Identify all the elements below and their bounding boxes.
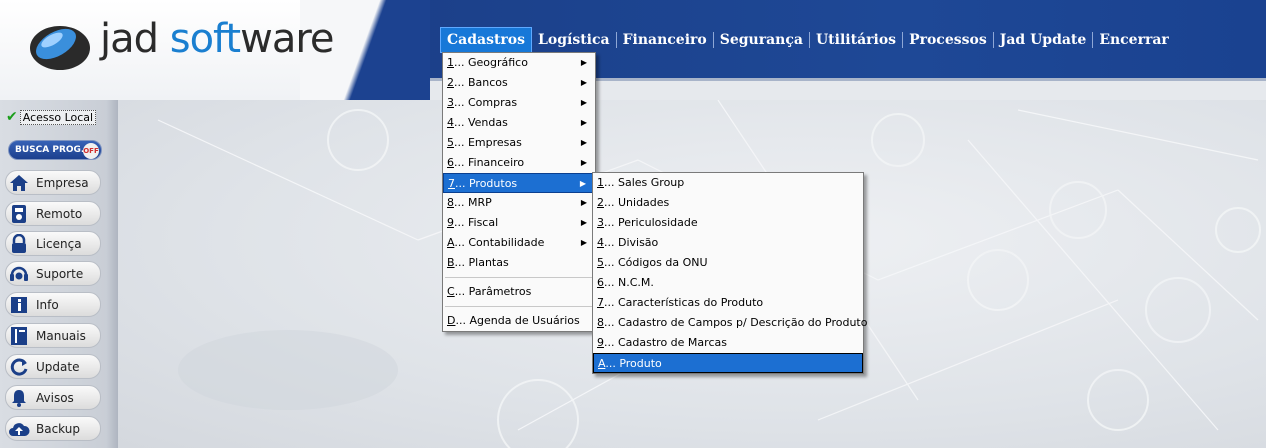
- submenu-arrow-icon: ▶: [580, 78, 587, 87]
- access-label: Acesso Local: [19, 109, 97, 125]
- submenu-item-ncm[interactable]: 6... N.C.M.: [593, 273, 863, 293]
- licenca-label: Licença: [36, 236, 82, 251]
- left-sidebar: ✔ Acesso Local BUSCA PROG. OFF Empresa R…: [0, 100, 118, 448]
- submenu-arrow-icon: ▶: [580, 138, 587, 147]
- avisos-button[interactable]: Avisos: [5, 385, 101, 410]
- menu-item-parametros[interactable]: C... Parâmetros: [443, 282, 595, 302]
- submenu-arrow-icon: ▶: [580, 238, 587, 247]
- submenu-arrow-icon: ▶: [580, 198, 587, 207]
- menu-item-compras[interactable]: 3... Compras ▶: [443, 93, 595, 113]
- busca-label: BUSCA PROG.: [15, 145, 85, 155]
- menu-financeiro[interactable]: Financeiro: [617, 28, 713, 52]
- home-icon: [8, 172, 30, 194]
- submenu-item-codigos-onu[interactable]: 5... Códigos da ONU: [593, 253, 863, 273]
- cadastros-dropdown: 1... Geográfico ▶ 2... Bancos ▶ 3... Compr…: [442, 52, 596, 332]
- suporte-button[interactable]: Suporte: [5, 261, 101, 286]
- menu-jad-update[interactable]: Jad Update: [994, 28, 1093, 52]
- submenu-item-divisao[interactable]: 4... Divisão: [593, 233, 863, 253]
- remoto-button[interactable]: Remoto: [5, 201, 101, 226]
- submenu-arrow-icon: ▶: [580, 58, 587, 67]
- update-button[interactable]: Update: [5, 354, 101, 379]
- menu-utilitarios[interactable]: Utilitários: [810, 28, 902, 52]
- submenu-arrow-icon: ▶: [580, 218, 587, 227]
- submenu-item-periculosidade[interactable]: 3... Periculosidade: [593, 213, 863, 233]
- manuais-label: Manuais: [36, 328, 86, 343]
- menu-item-fiscal[interactable]: 9... Fiscal ▶: [443, 213, 595, 233]
- submenu-item-caracteristicas[interactable]: 7... Características do Produto: [593, 293, 863, 313]
- submenu-arrow-icon: ▶: [580, 98, 587, 107]
- remote-icon: [8, 203, 30, 225]
- app-header: jad software Cadastros Logística Finance…: [0, 0, 1266, 100]
- menu-item-bancos[interactable]: 2... Bancos ▶: [443, 73, 595, 93]
- suporte-label: Suporte: [36, 266, 84, 281]
- empresa-label: Empresa: [36, 175, 89, 190]
- info-icon: [8, 294, 30, 316]
- menu-divider: [445, 306, 593, 307]
- submenu-arrow-icon: ▶: [580, 158, 587, 167]
- backup-button[interactable]: Backup: [5, 416, 101, 441]
- licenca-button[interactable]: Licença: [5, 231, 101, 256]
- submenu-item-unidades[interactable]: 2... Unidades: [593, 193, 863, 213]
- checkmark-icon: ✔: [6, 109, 18, 125]
- submenu-item-produto[interactable]: A... Produto: [593, 353, 863, 373]
- access-status[interactable]: ✔ Acesso Local: [6, 108, 114, 126]
- menu-item-agenda-usuarios[interactable]: D... Agenda de Usuários: [443, 311, 595, 331]
- menu-logistica[interactable]: Logística: [532, 28, 616, 52]
- menu-item-produtos[interactable]: 7... Produtos ▶: [443, 173, 595, 193]
- submenu-arrow-icon: ▶: [580, 118, 587, 127]
- jad-logo-icon: [30, 26, 90, 70]
- menu-item-financeiro[interactable]: 6... Financeiro ▶: [443, 153, 595, 173]
- menu-item-empresas[interactable]: 5... Empresas ▶: [443, 133, 595, 153]
- headset-icon: [8, 263, 30, 285]
- submenu-item-campos-descricao[interactable]: 8... Cadastro de Campos p/ Descrição do …: [593, 313, 867, 333]
- bell-icon: [8, 387, 30, 409]
- menu-cadastros[interactable]: Cadastros: [440, 27, 533, 53]
- submenu-item-marcas[interactable]: 9... Cadastro de Marcas: [593, 333, 863, 353]
- info-button[interactable]: Info: [5, 292, 101, 317]
- produtos-submenu: 1... Sales Group 2... Unidades 3... Peri…: [592, 172, 867, 374]
- menu-seguranca[interactable]: Segurança: [714, 28, 809, 52]
- avisos-label: Avisos: [36, 390, 74, 405]
- update-label: Update: [36, 359, 80, 374]
- cloud-upload-icon: [8, 418, 30, 440]
- lock-icon: [8, 233, 30, 255]
- menu-divider: [445, 277, 593, 278]
- empresa-button[interactable]: Empresa: [5, 170, 101, 195]
- submenu-arrow-icon: ▶: [579, 179, 586, 188]
- menu-encerrar[interactable]: Encerrar: [1093, 28, 1174, 52]
- main-menubar: Cadastros Logística Financeiro Segurança…: [440, 27, 1175, 53]
- menu-item-geografico[interactable]: 1... Geográfico ▶: [443, 53, 595, 73]
- menu-item-vendas[interactable]: 4... Vendas ▶: [443, 113, 595, 133]
- manuais-button[interactable]: Manuais: [5, 323, 101, 348]
- menu-item-plantas[interactable]: B... Plantas: [443, 253, 595, 273]
- book-icon: [8, 325, 30, 347]
- toggle-off-badge: OFF: [83, 143, 99, 159]
- refresh-icon: [8, 356, 30, 378]
- info-label: Info: [36, 297, 59, 312]
- menu-processos[interactable]: Processos: [903, 28, 993, 52]
- busca-prog-toggle[interactable]: BUSCA PROG. OFF: [8, 140, 102, 160]
- remoto-label: Remoto: [36, 206, 83, 221]
- submenu-item-sales-group[interactable]: 1... Sales Group: [593, 173, 863, 193]
- backup-label: Backup: [36, 421, 80, 436]
- logo-text: jad software: [100, 16, 335, 62]
- menu-item-mrp[interactable]: 8... MRP ▶: [443, 193, 595, 213]
- menu-item-contabilidade[interactable]: A... Contabilidade ▶: [443, 233, 595, 253]
